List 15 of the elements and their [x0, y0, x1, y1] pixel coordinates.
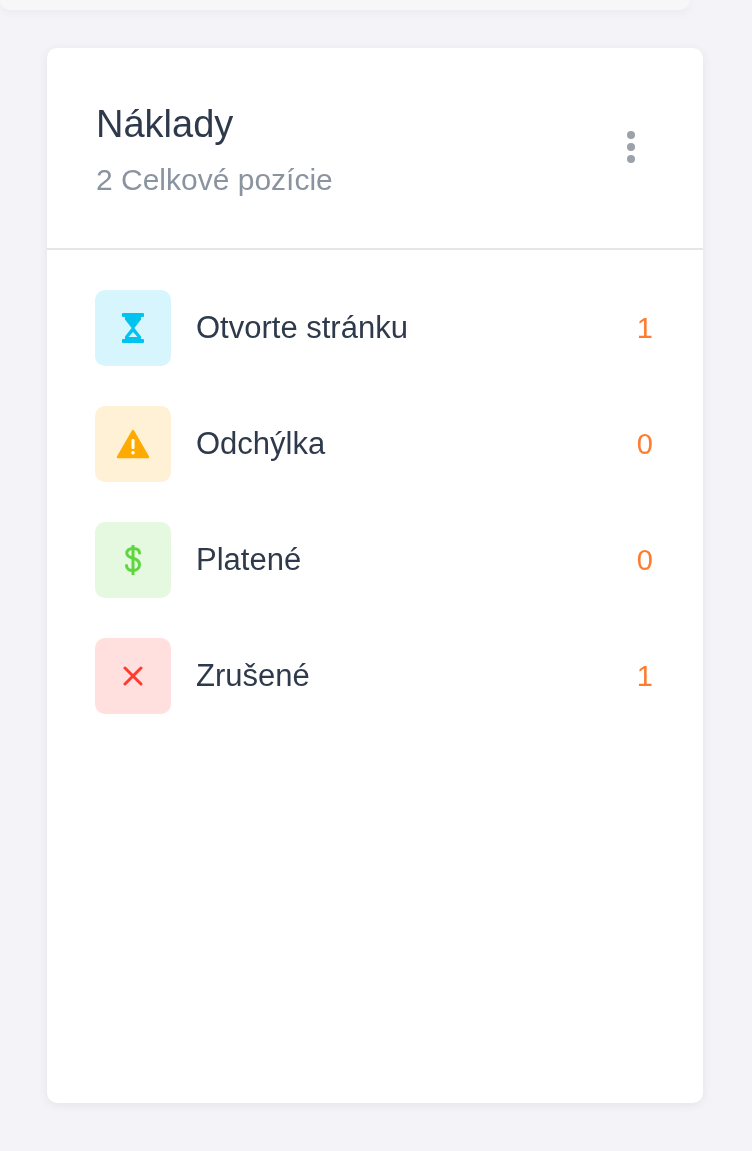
card-title: Náklady: [96, 102, 235, 147]
hourglass-icon: [95, 290, 171, 366]
status-count: 1: [636, 659, 653, 694]
status-count: 1: [636, 311, 653, 346]
kebab-menu-icon[interactable]: [627, 131, 635, 163]
card-subtitle: 2 Celkové pozície: [96, 162, 333, 198]
status-count: 0: [636, 543, 653, 578]
status-label[interactable]: Otvorte stránku: [196, 309, 637, 347]
warning-icon: [95, 406, 171, 482]
status-label[interactable]: Odchýlka: [196, 425, 637, 463]
status-label[interactable]: Zrušené: [196, 657, 637, 695]
dollar-icon: [95, 522, 171, 598]
status-label[interactable]: Platené: [196, 541, 637, 579]
cross-icon: [95, 638, 171, 714]
status-count: 0: [636, 427, 653, 462]
